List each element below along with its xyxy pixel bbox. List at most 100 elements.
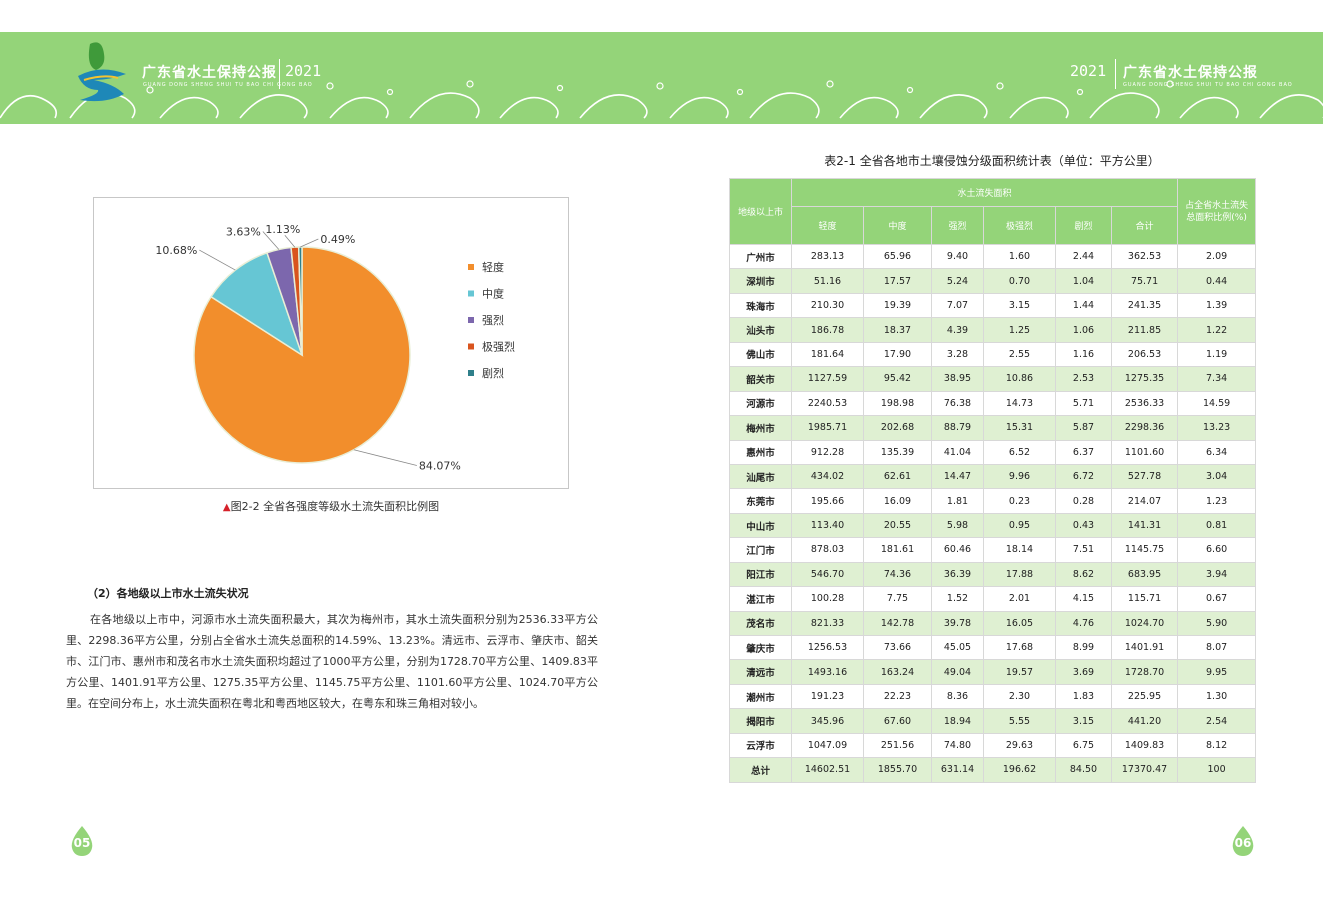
table-cell: 8.62 (1055, 561, 1112, 588)
table-cell: 0.81 (1177, 512, 1257, 539)
table-cell: 211.85 (1110, 317, 1179, 343)
table-cell: 18.37 (863, 317, 932, 343)
table-cell-city: 惠州市 (729, 439, 792, 465)
table-cell: 5.71 (1055, 390, 1112, 417)
table-cell: 4.39 (931, 317, 984, 343)
table-cell-city: 潮州市 (729, 683, 792, 710)
table-cell: 441.20 (1110, 708, 1179, 734)
table-cell: 16.05 (983, 610, 1056, 637)
table-cell: 251.56 (863, 732, 932, 759)
table-cell: 186.78 (791, 317, 864, 343)
table-cell: 0.44 (1177, 268, 1257, 294)
table-cell: 1.52 (931, 586, 984, 612)
table-cell: 49.04 (931, 659, 984, 685)
table-cell: 225.95 (1110, 683, 1179, 710)
table-row: 惠州市 912.28 135.39 41.04 6.52 6.37 1101.60 6.34 (729, 439, 1257, 465)
table-cell: 2.53 (1055, 366, 1112, 392)
table-cell-city: 汕尾市 (729, 463, 792, 490)
table-cell: 0.28 (1055, 488, 1112, 514)
table-cell: 1401.91 (1110, 634, 1179, 661)
table-cell: 6.37 (1055, 439, 1112, 465)
table-cell: 4.76 (1055, 610, 1112, 637)
table-cell: 16.09 (863, 488, 932, 514)
table-cell: 2298.36 (1110, 415, 1179, 441)
table-cell: 8.99 (1055, 634, 1112, 661)
table-cell: 5.55 (983, 708, 1056, 734)
table-cell: 8.07 (1177, 634, 1257, 661)
table-cell-city: 茂名市 (729, 610, 792, 637)
table-cell: 39.78 (931, 610, 984, 637)
table-cell-city: 梅州市 (729, 415, 792, 441)
table-cell: 3.28 (931, 341, 984, 368)
body-paragraph: 在各地级以上市中，河源市水土流失面积最大，其次为梅州市，其水土流失面积分别为25… (66, 613, 598, 710)
table-cell: 912.28 (791, 439, 864, 465)
table-cell: 29.63 (983, 732, 1056, 759)
col-header-erosion-area: 水土流失面积 (790, 178, 1179, 207)
table-cell: 206.53 (1110, 341, 1179, 368)
table-cell: 0.70 (983, 268, 1056, 294)
table-cell: 1145.75 (1110, 537, 1179, 563)
table-row: 中山市 113.40 20.55 5.98 0.95 0.43 141.31 0.81 (729, 512, 1257, 539)
table-cell: 17.90 (863, 341, 932, 368)
table-row: 阳江市 546.70 74.36 36.39 17.88 8.62 683.95 3.94 (729, 561, 1257, 588)
table-cell: 283.13 (791, 243, 864, 270)
table-cell: 95.42 (863, 366, 932, 392)
table-row: 揭阳市 345.96 67.60 18.94 5.55 3.15 441.20 2.54 (729, 708, 1257, 734)
table-row: 肇庆市 1256.53 73.66 45.05 17.68 8.99 1401.91 8.07 (729, 634, 1257, 661)
table-cell-city: 深圳市 (729, 268, 792, 294)
table-cell: 14.59 (1177, 390, 1257, 417)
table-cell: 196.62 (983, 757, 1056, 783)
table-cell: 1.81 (931, 488, 984, 514)
header-underline (0, 120, 1323, 124)
table-cell: 115.71 (1110, 586, 1179, 612)
table-cell: 214.07 (1110, 488, 1179, 514)
table-cell: 38.95 (931, 366, 984, 392)
table-cell: 20.55 (863, 512, 932, 539)
col-header-ratio: 占全省水土流失总面积比例(%) (1177, 178, 1257, 245)
pie-data-label-4: 0.49% (320, 233, 355, 246)
table-cell: 0.43 (1055, 512, 1112, 539)
table-cell: 7.34 (1177, 366, 1257, 392)
table-cell-city: 韶关市 (729, 366, 792, 392)
table-cell-city: 广州市 (729, 243, 792, 270)
table-cell-city: 清远市 (729, 659, 792, 685)
table-cell: 1.60 (983, 243, 1056, 270)
pie-data-label-2: 3.63% (226, 226, 261, 239)
table-row: 珠海市 210.30 19.39 7.07 3.15 1.44 241.35 1.39 (729, 292, 1257, 319)
table-cell: 9.95 (1177, 659, 1257, 685)
legend-label-1: 中度 (482, 287, 504, 301)
table-cell: 113.40 (791, 512, 864, 539)
table-cell: 1024.70 (1110, 610, 1179, 637)
table-cell: 3.69 (1055, 659, 1112, 685)
table-cell: 527.78 (1110, 463, 1179, 490)
table-cell: 198.98 (863, 390, 932, 417)
table-cell: 0.23 (983, 488, 1056, 514)
table-cell: 17.68 (983, 634, 1056, 661)
table-cell-city: 云浮市 (729, 732, 792, 759)
table-cell: 546.70 (791, 561, 864, 588)
table-cell: 75.71 (1110, 268, 1179, 294)
table-cell: 51.16 (791, 268, 864, 294)
table-cell: 6.75 (1055, 732, 1112, 759)
table-cell: 878.03 (791, 537, 864, 563)
table-row: 汕尾市 434.02 62.61 14.47 9.96 6.72 527.78 3.04 (729, 463, 1257, 490)
table-cell: 1985.71 (791, 415, 864, 441)
table-cell: 7.75 (863, 586, 932, 612)
caption-marker-icon: ▲ (222, 502, 231, 513)
table-cell: 434.02 (791, 463, 864, 490)
statistics-table-wrapper: 地级以上市 水土流失面积 占全省水土流失总面积比例(%) 轻度 中度 强烈 极强烈 剧烈… (729, 178, 1257, 783)
table-cell: 62.61 (863, 463, 932, 490)
table-title: 表2-1 全省各地市土壤侵蚀分级面积统计表（单位：平方公里） (824, 154, 1160, 168)
table-cell-city: 肇庆市 (729, 634, 792, 661)
table-row: 梅州市 1985.71 202.68 88.79 15.31 5.87 2298.36 13.… (729, 415, 1257, 441)
table-cell: 6.72 (1055, 463, 1112, 490)
pie-leader-line-0 (353, 449, 417, 466)
table-row: 湛江市 100.28 7.75 1.52 2.01 4.15 115.71 0.67 (729, 586, 1257, 612)
page-number-right: 06 (1231, 826, 1255, 856)
pie-leader-line-4 (300, 238, 319, 248)
table-cell-city: 江门市 (729, 537, 792, 563)
legend-swatch-0 (468, 264, 474, 270)
table-cell: 1.25 (983, 317, 1056, 343)
table-cell: 10.86 (983, 366, 1056, 392)
table-cell: 7.51 (1055, 537, 1112, 563)
